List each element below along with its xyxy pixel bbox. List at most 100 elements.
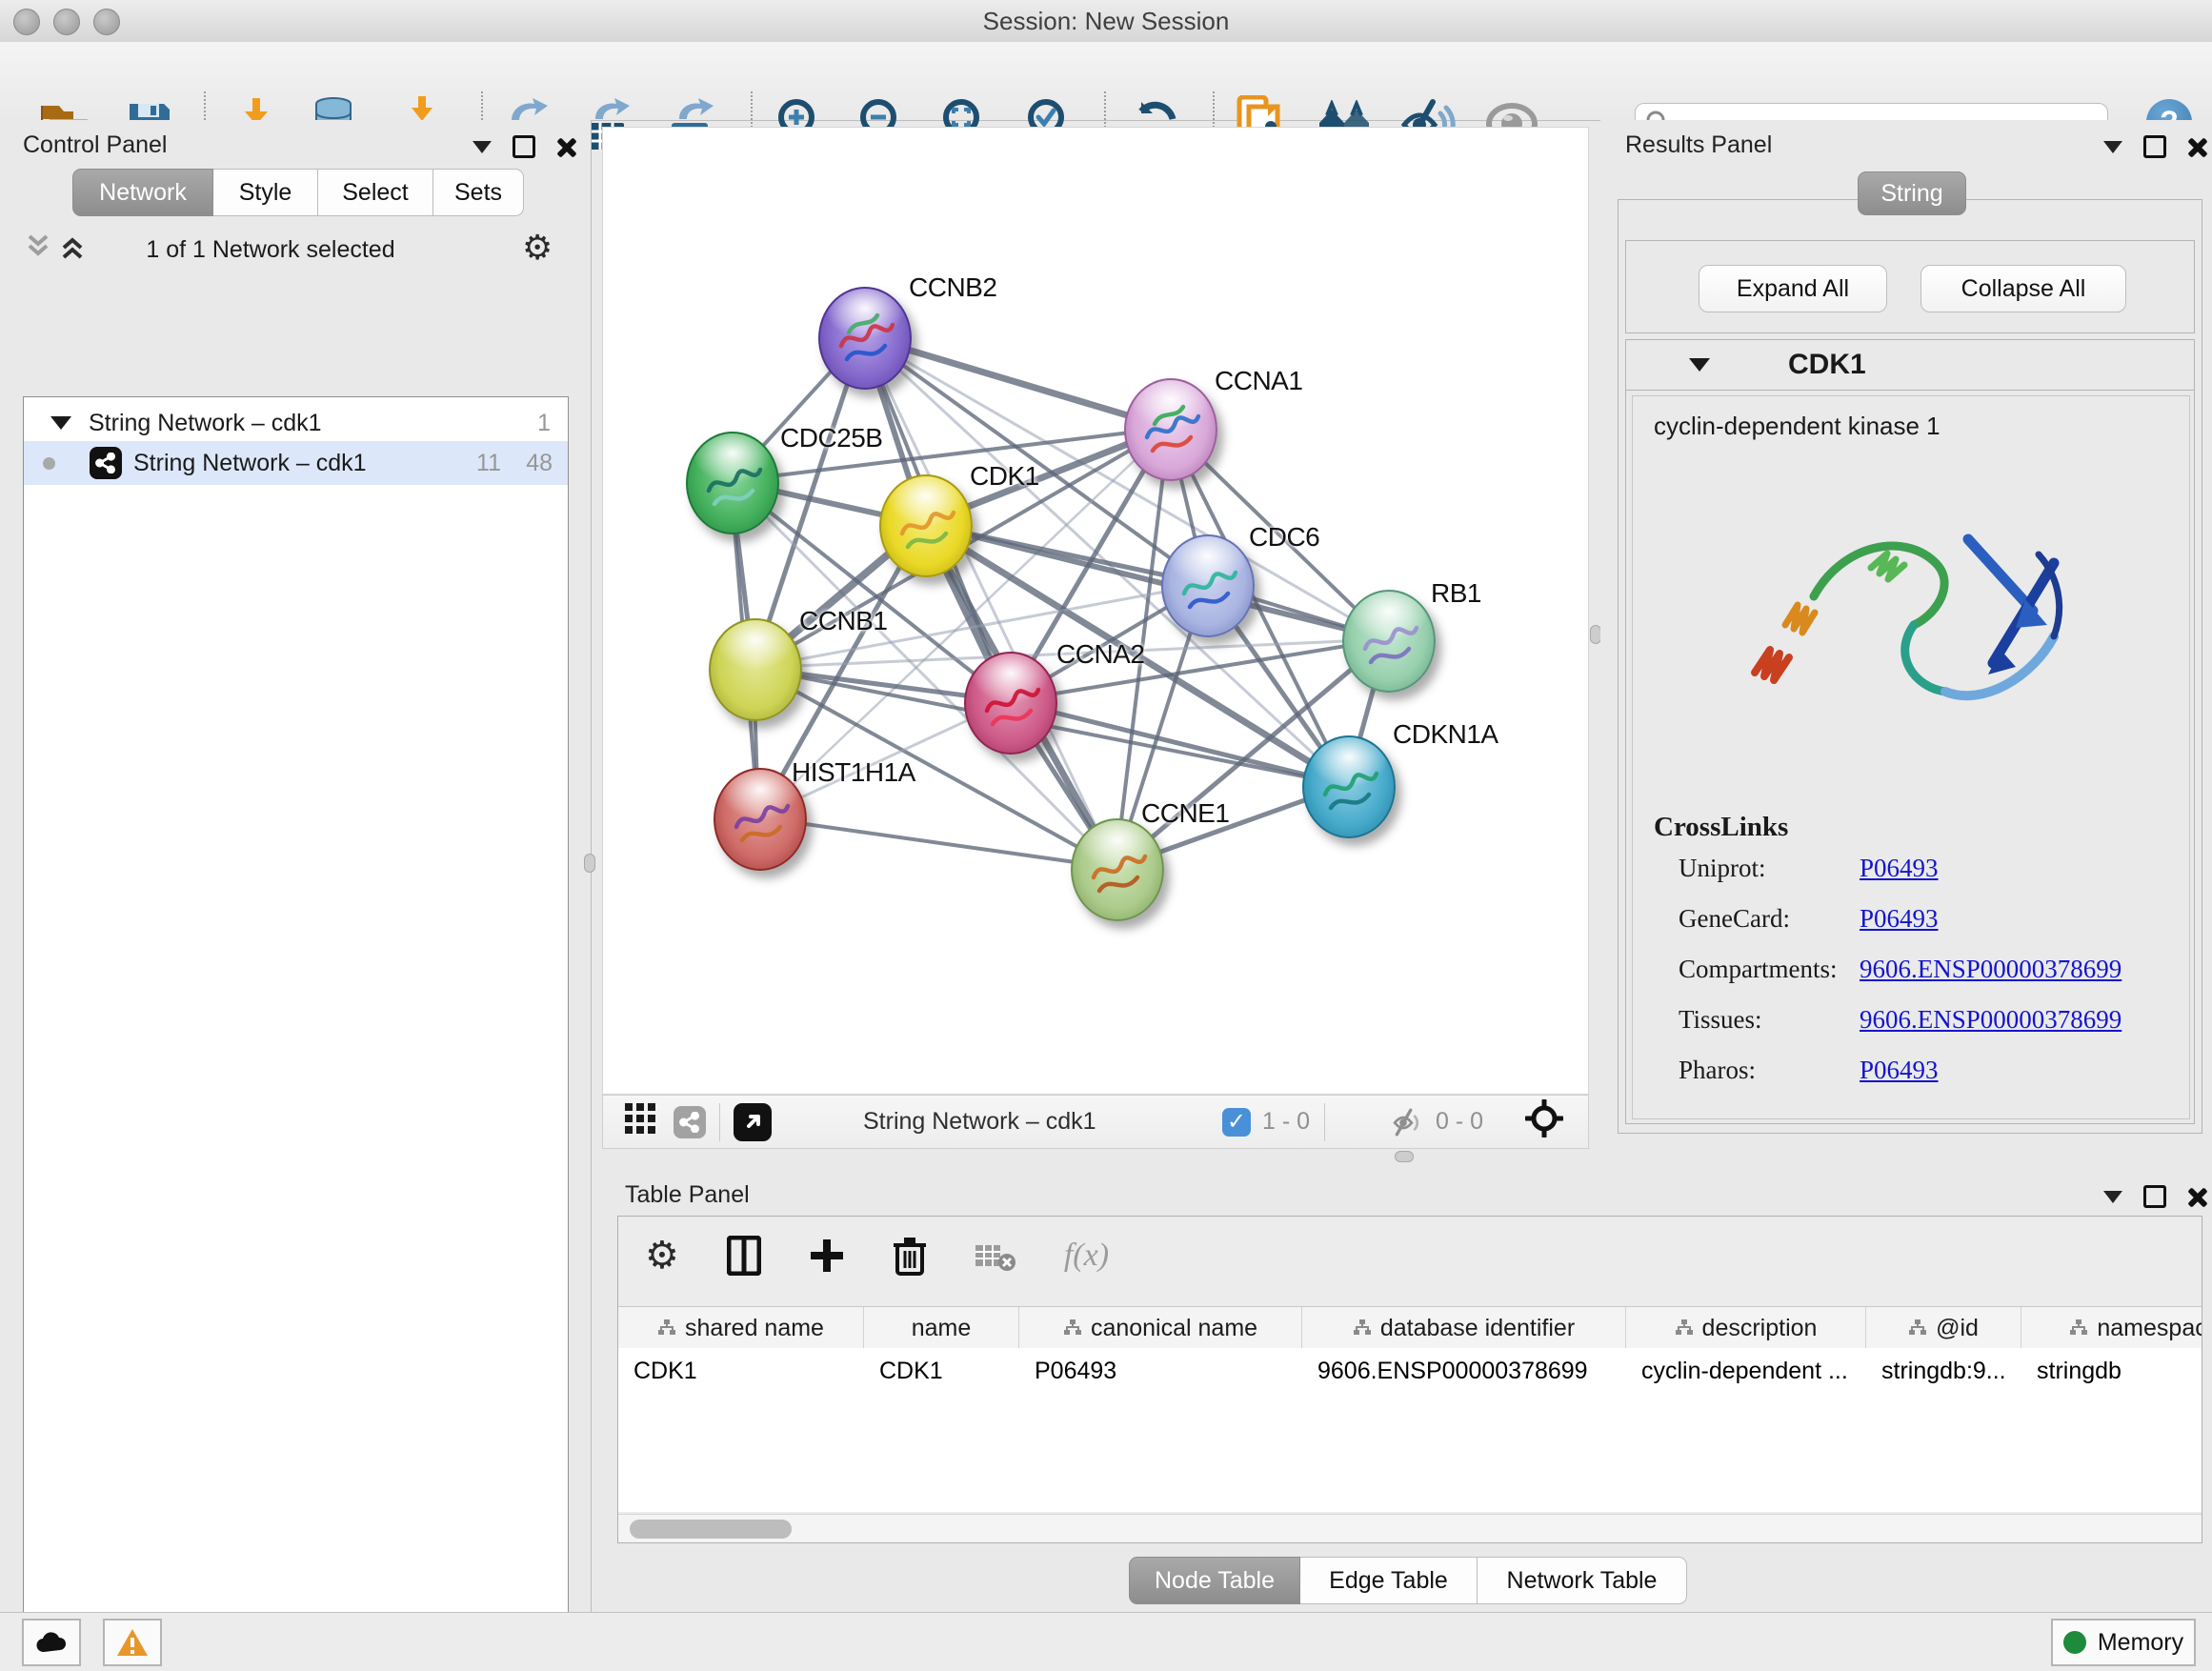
cloud-button[interactable] bbox=[22, 1619, 81, 1666]
gene-expander-icon[interactable] bbox=[1689, 358, 1710, 372]
network-edge[interactable] bbox=[758, 817, 1116, 868]
table-cell[interactable]: stringdb bbox=[2037, 1358, 2202, 1385]
fit-selected-crosshair-icon[interactable] bbox=[1525, 1099, 1563, 1144]
collection-name: String Network – cdk1 bbox=[89, 410, 322, 437]
collection-expander-icon[interactable] bbox=[50, 416, 71, 430]
node-label-CDKN1A: CDKN1A bbox=[1393, 719, 1498, 750]
panel-menu-icon[interactable] bbox=[2103, 141, 2122, 153]
panel-close-icon[interactable] bbox=[556, 137, 575, 156]
column-type-icon bbox=[1353, 1319, 1372, 1338]
crosslink-row: GeneCard:P06493 bbox=[1679, 904, 2174, 934]
grid-view-icon[interactable] bbox=[624, 1102, 656, 1141]
panel-float-icon[interactable] bbox=[2143, 135, 2166, 158]
panel-float-icon[interactable] bbox=[2143, 1185, 2166, 1208]
collapse-all-button[interactable]: Collapse All bbox=[1920, 265, 2126, 312]
hidden-counts: 0 - 0 bbox=[1436, 1108, 1483, 1136]
bottom-splitter-handle[interactable] bbox=[1395, 1151, 1414, 1162]
node-label-CDK1: CDK1 bbox=[970, 461, 1039, 492]
collection-count: 1 bbox=[537, 410, 551, 437]
memory-status-icon bbox=[2063, 1631, 2086, 1654]
tab-style[interactable]: Style bbox=[213, 169, 318, 216]
tab-string[interactable]: String bbox=[1858, 171, 1966, 215]
network-node-RB1[interactable] bbox=[1342, 590, 1436, 693]
table-options-gear-icon[interactable]: ⚙ bbox=[645, 1234, 679, 1278]
crosslink-link[interactable]: P06493 bbox=[1860, 1056, 1939, 1085]
table-cell[interactable]: stringdb:9... bbox=[1881, 1358, 2018, 1385]
protein-thumbnail-icon bbox=[966, 654, 1056, 753]
panel-close-icon[interactable] bbox=[2187, 1187, 2206, 1206]
network-node-CDC6[interactable] bbox=[1161, 534, 1255, 637]
table-hscrollbar[interactable] bbox=[618, 1514, 2202, 1543]
panel-menu-icon[interactable] bbox=[2103, 1191, 2122, 1203]
table-cell[interactable]: CDK1 bbox=[633, 1358, 860, 1385]
network-node-CCNE1[interactable] bbox=[1071, 818, 1164, 921]
network-node-CCNA1[interactable] bbox=[1124, 378, 1217, 481]
table-cell[interactable]: 9606.ENSP00000378699 bbox=[1317, 1358, 1622, 1385]
crosslink-link[interactable]: 9606.ENSP00000378699 bbox=[1860, 955, 2122, 984]
share-network-icon[interactable] bbox=[674, 1106, 706, 1138]
column-header-description[interactable]: description bbox=[1626, 1307, 1866, 1349]
table-cell[interactable]: P06493 bbox=[1035, 1358, 1298, 1385]
table-tabs: Node TableEdge TableNetwork Table bbox=[1129, 1557, 1687, 1604]
netbar-network-title: String Network – cdk1 bbox=[863, 1108, 1096, 1136]
tab-node-table[interactable]: Node Table bbox=[1129, 1557, 1300, 1604]
expand-all-button[interactable]: Expand All bbox=[1699, 265, 1887, 312]
column-type-icon bbox=[2069, 1319, 2088, 1338]
column-header-name[interactable]: name bbox=[864, 1307, 1019, 1349]
warning-button[interactable] bbox=[103, 1619, 162, 1666]
crosslink-link[interactable]: 9606.ENSP00000378699 bbox=[1860, 1005, 2122, 1035]
column-header-namespace[interactable]: namespace bbox=[2021, 1307, 2202, 1349]
network-node-count: 11 bbox=[476, 450, 501, 477]
crosslink-label: Compartments: bbox=[1679, 955, 1860, 984]
column-header-@id[interactable]: @id bbox=[1866, 1307, 2021, 1349]
node-label-CCNB2: CCNB2 bbox=[909, 272, 996, 303]
gene-symbol: CDK1 bbox=[1788, 349, 1866, 381]
network-node-CDC25B[interactable] bbox=[686, 432, 779, 534]
crosslink-link[interactable]: P06493 bbox=[1860, 854, 1939, 883]
hscrollbar-thumb[interactable] bbox=[630, 1520, 792, 1539]
left-splitter-handle[interactable] bbox=[584, 854, 595, 873]
network-edges[interactable] bbox=[603, 128, 1590, 1096]
tab-sets[interactable]: Sets bbox=[433, 169, 524, 216]
table-cell[interactable]: CDK1 bbox=[879, 1358, 1016, 1385]
network-row[interactable]: String Network – cdk1 11 48 bbox=[24, 441, 568, 485]
network-options-gear-icon[interactable]: ⚙ bbox=[522, 229, 553, 268]
network-node-CCNB1[interactable] bbox=[709, 618, 802, 721]
crosslink-link[interactable]: P06493 bbox=[1860, 904, 1939, 934]
crosslink-label: Uniprot: bbox=[1679, 854, 1860, 883]
table-cell[interactable]: cyclin-dependent ... bbox=[1641, 1358, 1862, 1385]
network-node-CCNA2[interactable] bbox=[964, 652, 1057, 755]
function-builder-icon[interactable]: f(x) bbox=[1064, 1238, 1109, 1274]
tab-network-table[interactable]: Network Table bbox=[1478, 1557, 1687, 1604]
memory-button[interactable]: Memory bbox=[2051, 1619, 2196, 1666]
gene-header[interactable]: CDK1 bbox=[1626, 340, 2194, 391]
tab-select[interactable]: Select bbox=[318, 169, 433, 216]
zoom-window-icon[interactable] bbox=[93, 9, 120, 35]
column-header-database-identifier[interactable]: database identifier bbox=[1302, 1307, 1626, 1349]
delete-column-icon[interactable] bbox=[893, 1236, 927, 1276]
panel-close-icon[interactable] bbox=[2187, 137, 2206, 156]
node-label-CCNA1: CCNA1 bbox=[1215, 366, 1302, 396]
network-list: String Network – cdk1 1 String Network –… bbox=[23, 396, 569, 1671]
column-header-shared-name[interactable]: shared name bbox=[618, 1307, 864, 1349]
clear-table-icon[interactable] bbox=[975, 1239, 1016, 1272]
network-node-CDKN1A[interactable] bbox=[1302, 735, 1396, 838]
panel-float-icon[interactable] bbox=[513, 135, 535, 158]
hidden-eye-slash-icon[interactable] bbox=[1392, 1108, 1424, 1137]
network-node-CDK1[interactable] bbox=[879, 474, 973, 577]
network-edge[interactable] bbox=[863, 336, 1116, 868]
network-collection-row[interactable]: String Network – cdk1 1 bbox=[24, 401, 568, 445]
panel-menu-icon[interactable] bbox=[473, 141, 492, 153]
tab-edge-table[interactable]: Edge Table bbox=[1300, 1557, 1478, 1604]
minimize-window-icon[interactable] bbox=[53, 9, 80, 35]
tab-network[interactable]: Network bbox=[72, 169, 213, 216]
network-node-CCNB2[interactable] bbox=[818, 287, 912, 390]
column-header-canonical-name[interactable]: canonical name bbox=[1019, 1307, 1302, 1349]
selected-checkbox-icon[interactable]: ✓ bbox=[1222, 1108, 1251, 1137]
network-canvas[interactable]: CCNB2CCNA1CDC25BCDK1CDC6RB1CCNB1CCNA2CDK… bbox=[602, 127, 1589, 1095]
netbar-separator bbox=[1324, 1103, 1325, 1141]
birdseye-view-icon[interactable] bbox=[734, 1103, 772, 1141]
show-columns-icon[interactable] bbox=[727, 1236, 761, 1276]
close-window-icon[interactable] bbox=[13, 9, 40, 35]
add-column-icon[interactable] bbox=[809, 1238, 845, 1274]
